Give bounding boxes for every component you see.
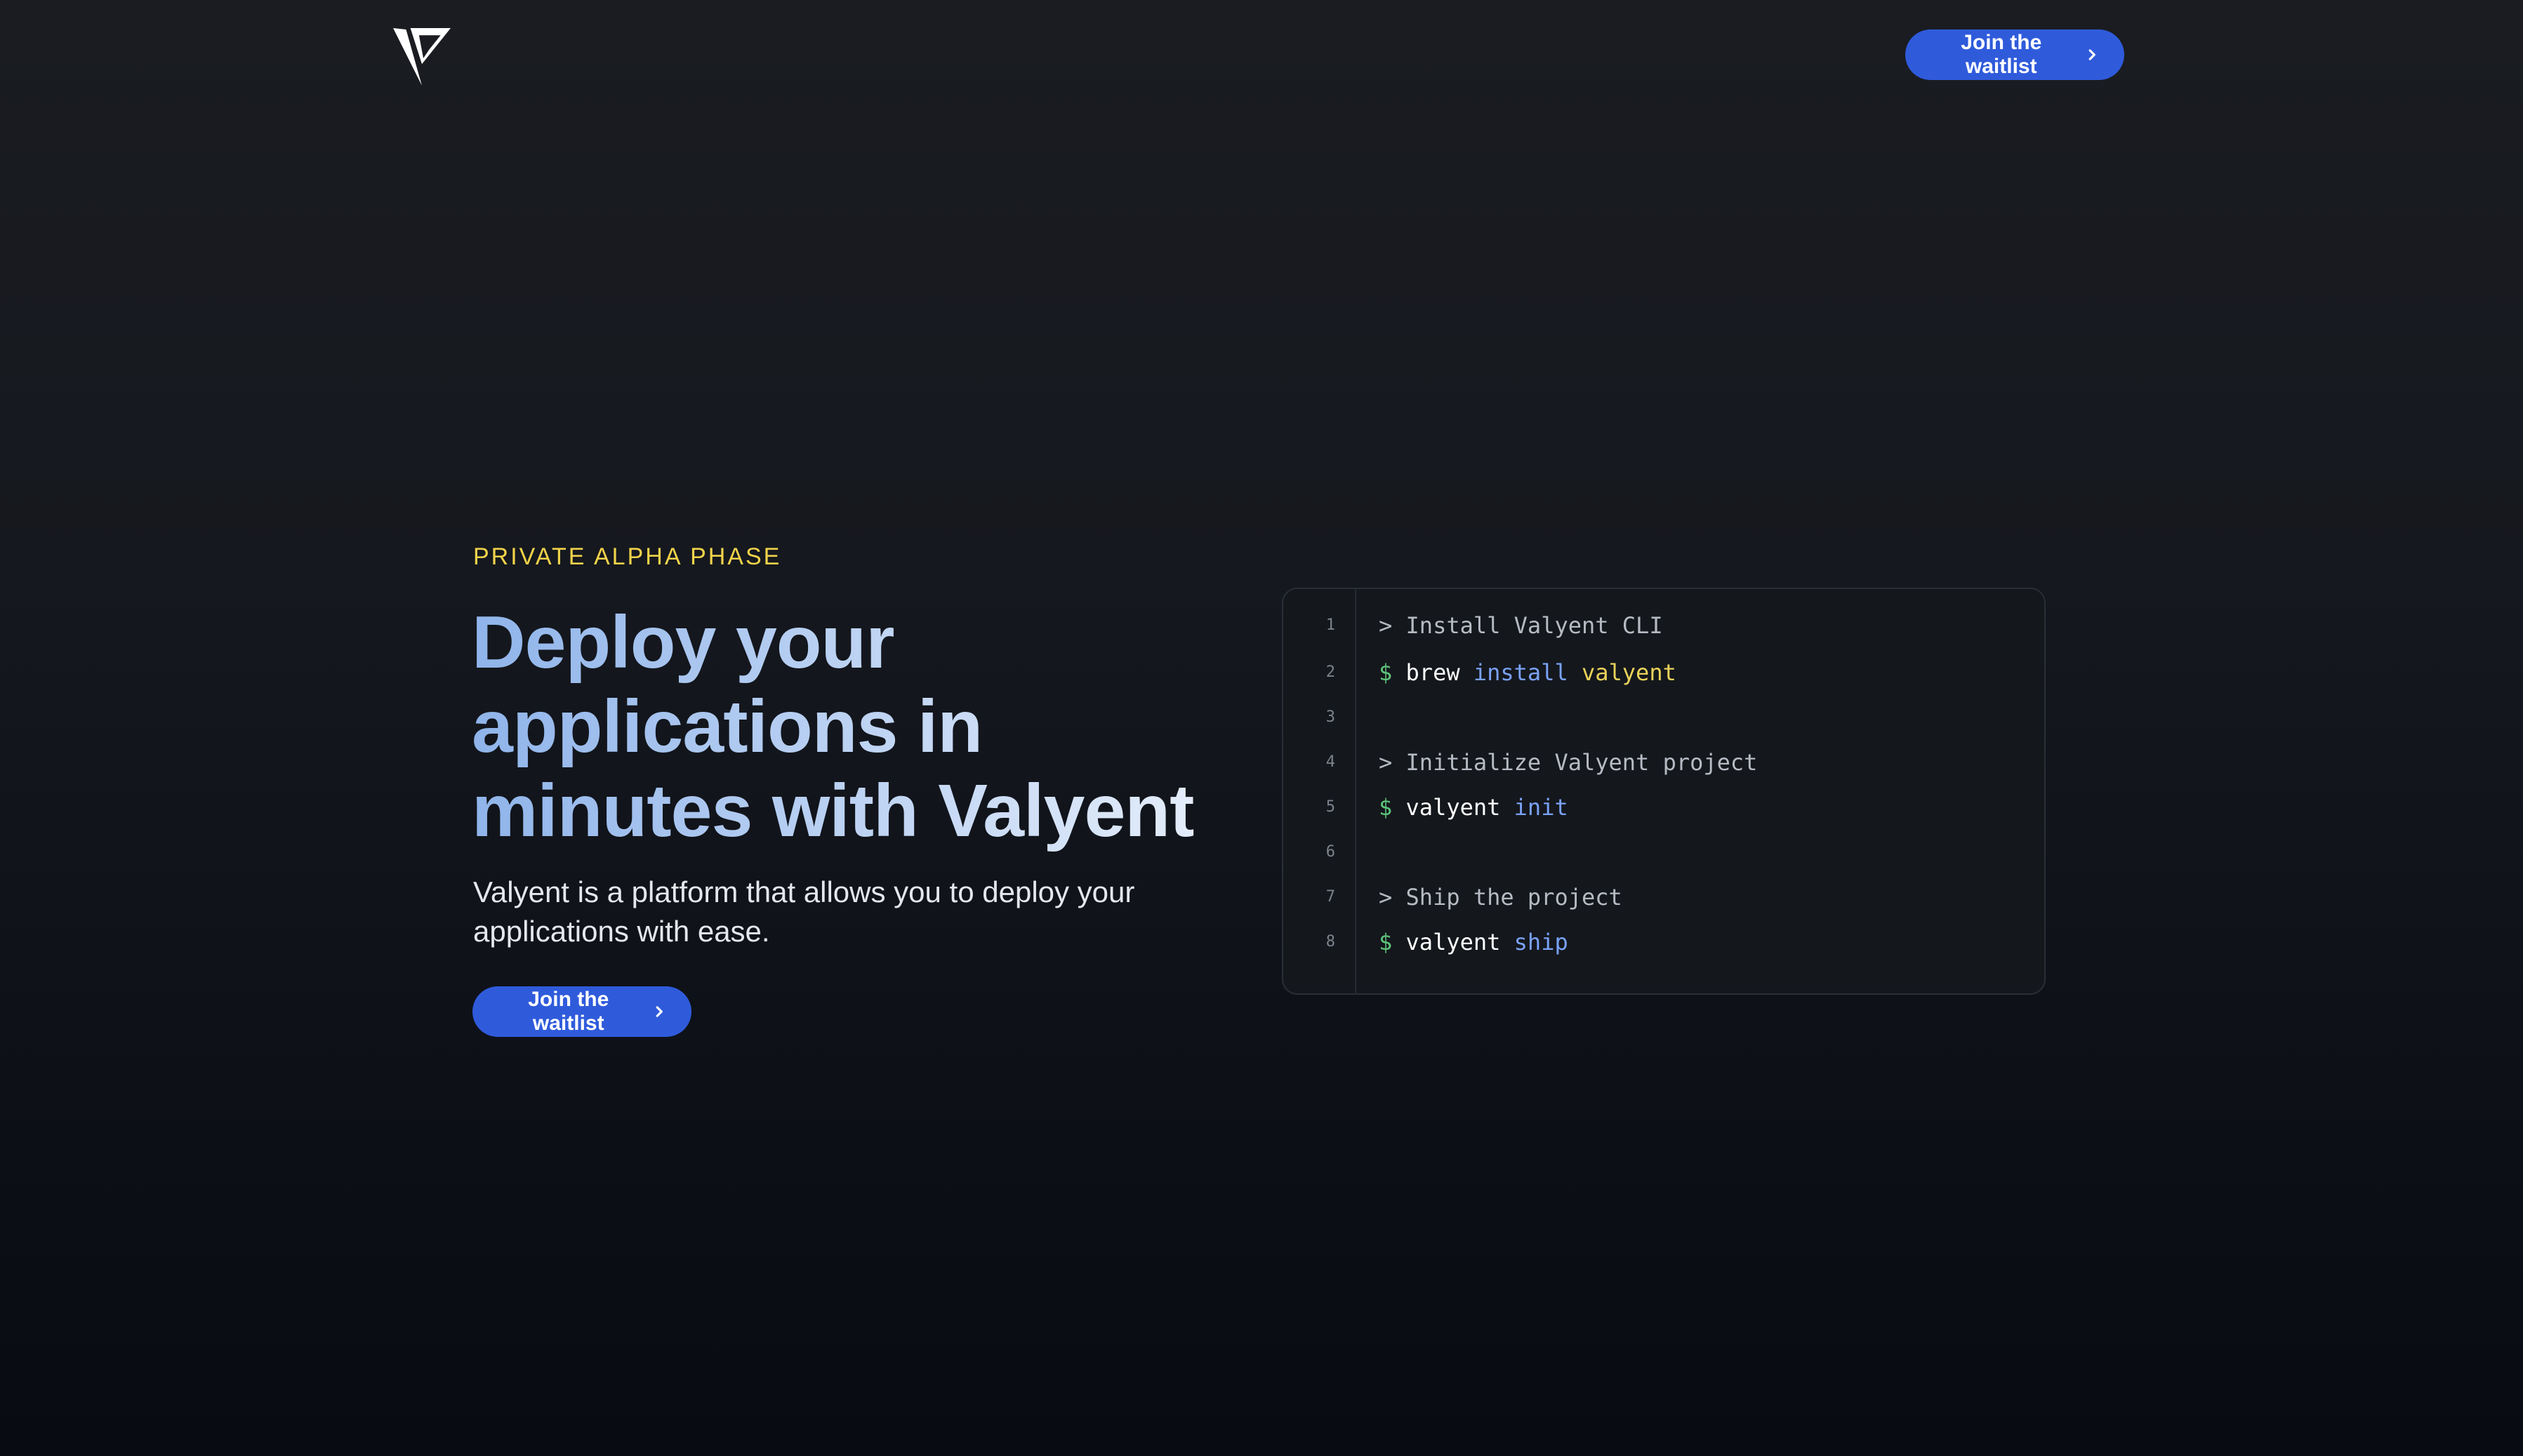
- line-number: 5: [1325, 798, 1335, 816]
- code-command: valyent: [1405, 929, 1501, 955]
- join-waitlist-label: Join the waitlist: [1961, 31, 2042, 78]
- code-argument: valyent: [1581, 659, 1676, 686]
- join-waitlist-header-button[interactable]: Join the waitlist: [1905, 29, 2124, 80]
- line-number: 3: [1325, 708, 1335, 726]
- code-line-7: 7 > Ship the project: [1283, 875, 2044, 920]
- line-number: 1: [1325, 616, 1335, 634]
- valyent-logo-icon[interactable]: [393, 28, 451, 86]
- line-number: 2: [1325, 663, 1335, 681]
- code-line-8: 8 $ valyent ship: [1283, 920, 2044, 965]
- code-comment: > Initialize Valyent project: [1379, 749, 1758, 776]
- line-number: 6: [1325, 843, 1335, 861]
- join-waitlist-label: Join the waitlist: [528, 988, 609, 1035]
- code-line-3: 3: [1283, 695, 2044, 740]
- code-comment: > Ship the project: [1379, 884, 1622, 911]
- code-line-4: 4 > Initialize Valyent project: [1283, 740, 2044, 785]
- code-command: brew: [1405, 659, 1460, 686]
- hero-eyebrow: PRIVATE ALPHA PHASE: [473, 543, 782, 570]
- code-keyword: ship: [1514, 929, 1568, 955]
- chevron-right-icon: [652, 1004, 666, 1019]
- code-keyword: install: [1473, 659, 1568, 686]
- shell-prompt: $: [1379, 794, 1393, 821]
- code-line-1: 1 > Install Valyent CLI: [1283, 603, 2044, 648]
- line-number: 4: [1325, 753, 1335, 771]
- chevron-right-icon: [2085, 47, 2099, 62]
- line-number: 7: [1325, 888, 1335, 906]
- shell-prompt: $: [1379, 659, 1393, 686]
- code-comment: > Install Valyent CLI: [1379, 612, 1663, 639]
- code-panel: 1 > Install Valyent CLI 2 $ brew install…: [1282, 588, 2046, 995]
- code-keyword: init: [1514, 794, 1568, 821]
- hero-headline: Deploy your applications in minutes with…: [472, 600, 1244, 853]
- join-waitlist-hero-button[interactable]: Join the waitlist: [472, 986, 691, 1037]
- line-number: 8: [1325, 933, 1335, 951]
- code-line-2: 2 $ brew install valyent: [1283, 650, 2044, 695]
- code-line-6: 6: [1283, 830, 2044, 875]
- shell-prompt: $: [1379, 929, 1393, 955]
- code-line-5: 5 $ valyent init: [1283, 785, 2044, 830]
- code-command: valyent: [1405, 794, 1501, 821]
- hero-description: Valyent is a platform that allows you to…: [473, 875, 1135, 948]
